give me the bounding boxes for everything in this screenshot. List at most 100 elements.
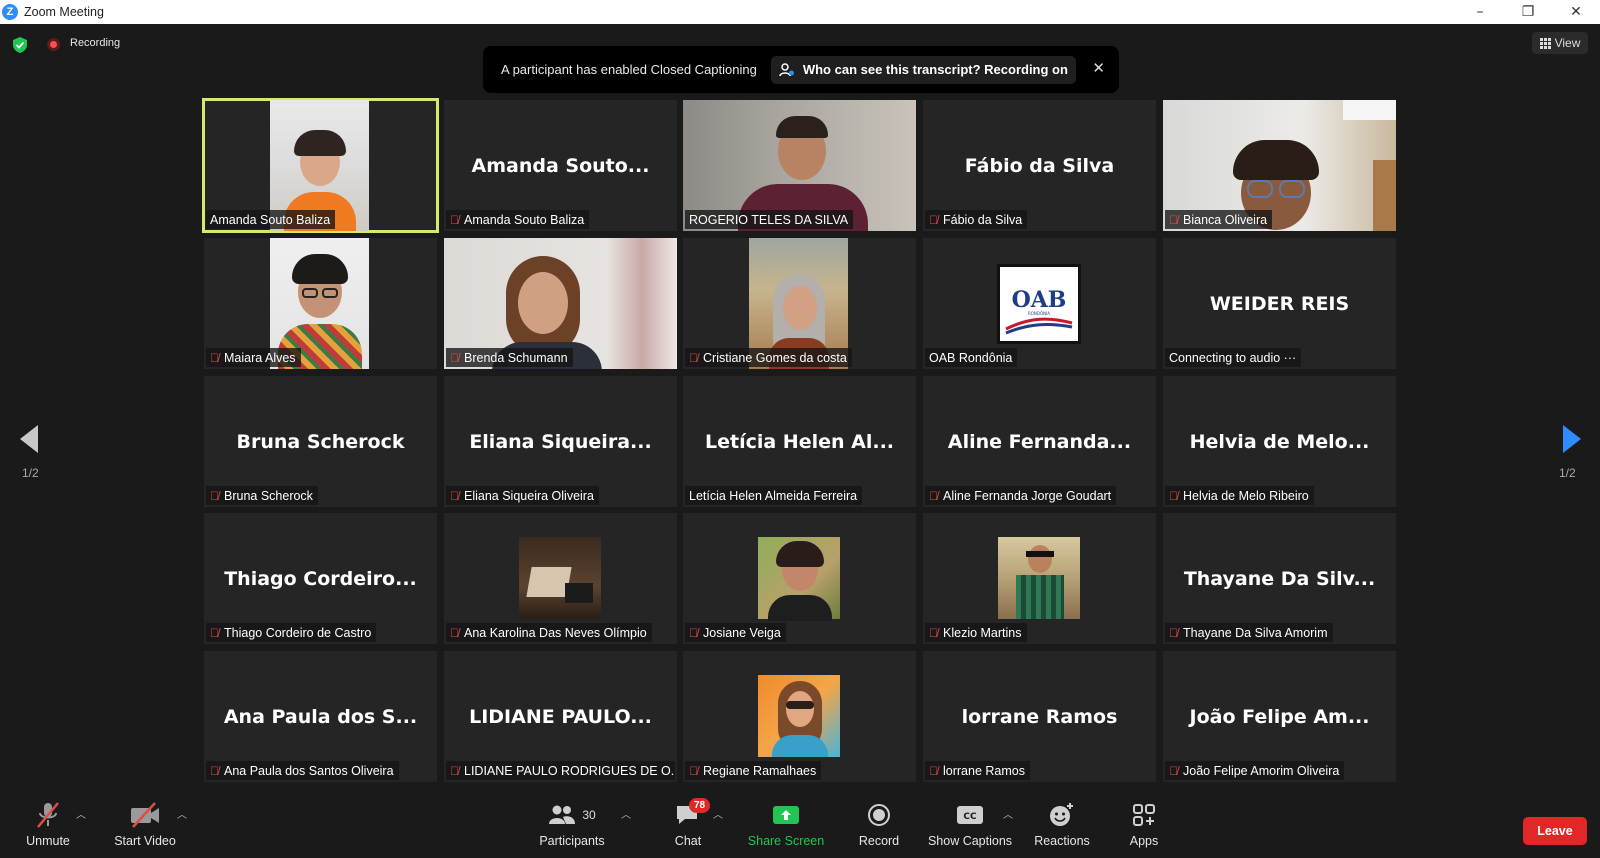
muted-mic-icon: 🎙̸ [929,488,938,503]
muted-mic-icon: 🎙̸ [689,625,698,640]
participant-name: Josiane Veiga [703,625,781,640]
participant-name-label: Letícia Helen Almeida Ferreira [685,486,863,505]
banner-close-icon[interactable]: ✕ [1092,59,1105,77]
page-indicator-right: 1/2 [1559,466,1576,480]
participants-button[interactable]: 30 Participants [533,792,611,858]
show-captions-button[interactable]: CC Show Captions [926,792,1014,858]
meeting-toolbar: Unmute ︿ Start Video ︿ 30 Participants ︿… [0,792,1600,858]
muted-mic-icon: 🎙̸ [210,763,219,778]
participant-name: Eliana Siqueira Oliveira [464,488,594,503]
participant-name: OAB Rondônia [929,350,1013,365]
security-shield-icon[interactable] [13,37,27,53]
participant-tile[interactable]: Helvia de Melo... 🎙̸ Helvia de Melo Ribeir… [1163,376,1396,507]
participant-name-label: Connecting to audio ··· [1165,348,1302,367]
zoom-logo-icon: Z [2,4,18,20]
muted-mic-icon: 🎙̸ [450,763,459,778]
participant-display-name: Eliana Siqueira... [469,430,652,453]
participant-name: lorrane Ramos [943,763,1025,778]
participant-name-label: 🎙̸ Thiago Cordeiro de Castro [206,623,377,642]
apps-button[interactable]: Apps [1126,792,1162,858]
reactions-label: Reactions [1034,834,1090,848]
participant-tile[interactable]: 🎙̸ Josiane Veiga [683,513,916,644]
participant-name: Regiane Ramalhaes [703,763,817,778]
share-screen-icon [773,806,799,824]
participant-tile[interactable]: 🎙̸ Maiara Alves [204,238,437,369]
participant-name-label: 🎙̸ Helvia de Melo Ribeiro [1165,486,1314,505]
participants-label: Participants [539,834,605,848]
svg-text:CC: CC [963,812,977,822]
participant-tile[interactable]: Thiago Cordeiro... 🎙̸ Thiago Cordeiro de C… [204,513,437,644]
video-options-chevron-icon[interactable]: ︿ [177,806,187,821]
participant-tile[interactable]: Amanda Souto... 🎙̸ Amanda Souto Baliza [444,100,677,231]
participant-tile[interactable]: Aline Fernanda... 🎙̸ Aline Fernanda Jorge … [923,376,1156,507]
participant-display-name: Thayane Da Silv... [1183,567,1376,590]
view-button[interactable]: View [1532,32,1588,54]
participant-name-label: 🎙̸ Maiara Alves [206,348,301,367]
close-window-button[interactable]: ✕ [1552,0,1600,24]
next-page-arrow-icon[interactable] [1563,425,1581,453]
participant-tile[interactable]: Eliana Siqueira... 🎙̸ Eliana Siqueira Oliv… [444,376,677,507]
participant-name: Maiara Alves [224,350,296,365]
participant-display-name: Ana Paula dos S... [223,705,418,728]
muted-mic-icon: 🎙̸ [929,763,938,778]
participant-name: João Felipe Amorim Oliveira [1183,763,1340,778]
participant-tile[interactable]: Amanda Souto Baliza [202,98,439,233]
participant-tile[interactable]: Thayane Da Silv... 🎙̸ Thayane Da Silva Amo… [1163,513,1396,644]
restore-button[interactable]: ❐ [1504,0,1552,24]
participants-options-chevron-icon[interactable]: ︿ [621,806,631,821]
participant-name-label: 🎙̸ Ana Karolina Das Neves Olímpio [446,623,652,642]
record-button[interactable]: Record [851,792,907,858]
captions-options-chevron-icon[interactable]: ︿ [1003,806,1013,821]
participant-name-label: 🎙̸ Josiane Veiga [685,623,786,642]
participant-name-label: 🎙̸ Cristiane Gomes da costa [685,348,852,367]
closed-caption-banner: A participant has enabled Closed Caption… [483,46,1119,93]
participant-name: Klezio Martins [943,625,1022,640]
participant-name: Letícia Helen Almeida Ferreira [689,488,858,503]
previous-page-arrow-icon[interactable] [20,425,38,453]
recording-icon [47,38,60,51]
participant-tile[interactable]: Bruna Scherock 🎙̸ Bruna Scherock [204,376,437,507]
participant-tile[interactable]: Fábio da Silva 🎙̸ Fábio da Silva [923,100,1156,231]
minimize-button[interactable]: – [1456,0,1504,24]
start-video-button[interactable]: Start Video [110,792,180,858]
participant-tile[interactable]: 🎙̸ Bianca Oliveira [1163,100,1396,231]
participant-tile[interactable]: Ana Paula dos S... 🎙̸ Ana Paula dos Santos… [204,651,437,782]
participant-name: LIDIANE PAULO RODRIGUES DE O... [464,763,675,778]
participant-name: Thayane Da Silva Amorim [1183,625,1328,640]
audio-options-chevron-icon[interactable]: ︿ [76,806,86,821]
muted-mic-icon: 🎙̸ [929,212,938,227]
participant-name-label: 🎙̸ lorrane Ramos [925,761,1030,780]
grid-icon [1539,37,1551,49]
participant-name-label: 🎙̸ João Felipe Amorim Oliveira [1165,761,1345,780]
participant-tile[interactable]: OAB RONDÔNIA OAB Rondônia [923,238,1156,369]
reactions-button[interactable]: Reactions [1034,792,1090,858]
participant-tile[interactable]: João Felipe Am... 🎙̸ João Felipe Amorim Ol… [1163,651,1396,782]
transcript-info-button[interactable]: Who can see this transcript? Recording o… [770,55,1076,84]
participant-display-name: Bruna Scherock [236,430,405,453]
window-title: Zoom Meeting [24,5,104,19]
participant-tile[interactable]: WEIDER REIS Connecting to audio ··· [1163,238,1396,369]
participant-tile[interactable]: 🎙̸ Klezio Martins [923,513,1156,644]
participant-tile[interactable]: Letícia Helen Al... Letícia Helen Almeida… [683,376,916,507]
unmute-button[interactable]: Unmute [22,792,74,858]
participant-tile[interactable]: 🎙̸ Ana Karolina Das Neves Olímpio [444,513,677,644]
participant-display-name: Amanda Souto... [471,154,650,177]
participant-tile[interactable]: 🎙̸ Cristiane Gomes da costa [683,238,916,369]
chat-button[interactable]: 78 Chat [667,792,711,858]
share-screen-button[interactable]: Share Screen [744,792,828,858]
participant-tile[interactable]: LIDIANE PAULO... 🎙̸ LIDIANE PAULO RODRIGUE… [444,651,677,782]
muted-mic-icon: 🎙̸ [450,625,459,640]
muted-mic-icon: 🎙̸ [1169,488,1178,503]
participant-name: Amanda Souto Baliza [464,212,585,227]
participant-name-label: 🎙̸ Ana Paula dos Santos Oliveira [206,761,399,780]
participant-name: Amanda Souto Baliza [210,212,331,227]
muted-mic-icon: 🎙̸ [1169,625,1178,640]
participant-tile[interactable]: lorrane Ramos 🎙̸ lorrane Ramos [923,651,1156,782]
participant-tile[interactable]: 🎙̸ Regiane Ramalhaes [683,651,916,782]
participant-tile[interactable]: 🎙̸ Brenda Schumann [444,238,677,369]
participant-display-name: Aline Fernanda... [947,430,1132,453]
closed-captions-icon: CC [957,806,983,824]
chat-options-chevron-icon[interactable]: ︿ [713,806,723,821]
leave-meeting-button[interactable]: Leave [1523,817,1587,845]
participant-tile[interactable]: ROGERIO TELES DA SILVA [683,100,916,231]
